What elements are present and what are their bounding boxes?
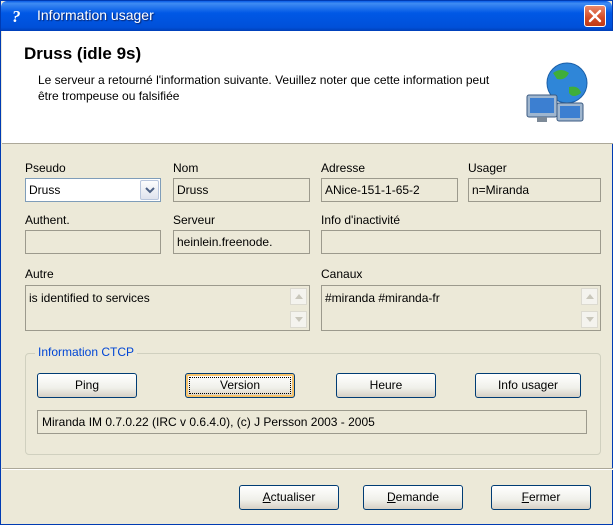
info-usager-button[interactable]: Info usager (475, 373, 581, 398)
canaux-value: #miranda #miranda-fr (325, 291, 440, 305)
actualiser-accel: A (262, 490, 271, 504)
pseudo-value: Druss (29, 183, 61, 197)
usager-field[interactable]: n=Miranda (468, 178, 601, 202)
chevron-up-icon (295, 294, 303, 299)
chevron-down-icon (295, 317, 303, 322)
fermer-accel: F (521, 490, 529, 504)
canaux-textarea[interactable]: #miranda #miranda-fr (321, 285, 601, 331)
scroll-up-button[interactable] (290, 288, 307, 305)
demande-button[interactable]: Demande (363, 485, 463, 510)
authent-field[interactable] (25, 230, 161, 254)
chevron-down-icon (586, 317, 594, 322)
chevron-up-icon (586, 294, 594, 299)
ping-button[interactable]: Ping (37, 373, 137, 398)
user-nick-title: Druss (idle 9s) (24, 44, 142, 63)
pseudo-label: Pseudo (25, 161, 66, 175)
close-button[interactable] (584, 5, 606, 27)
serveur-label: Serveur (173, 213, 216, 227)
serveur-field[interactable]: heinlein.freenode. (173, 230, 310, 254)
title-bar[interactable]: ? Information usager (1, 1, 612, 31)
demande-label: emande (395, 490, 440, 504)
fermer-button[interactable]: Fermer (491, 485, 591, 510)
header-description: Le serveur a retourné l'information suiv… (38, 73, 490, 103)
close-icon (588, 9, 602, 23)
autre-textarea[interactable]: is identified to services (25, 285, 310, 331)
inactivite-label: Info d'inactivité (321, 213, 401, 227)
adresse-field[interactable]: ANice-151-1-65-2 (321, 178, 458, 202)
ctcp-result-field[interactable]: Miranda IM 0.7.0.22 (IRC v 0.6.4.0), (c)… (37, 410, 587, 434)
actualiser-button[interactable]: Actualiser (239, 485, 339, 510)
network-globe-icon (526, 62, 588, 122)
pseudo-dropdown-button[interactable] (140, 180, 159, 200)
demande-accel: D (386, 490, 396, 504)
canaux-scrollbar[interactable] (581, 288, 598, 328)
autre-value: is identified to services (29, 291, 150, 305)
ctcp-legend: Information CTCP (35, 345, 138, 359)
authent-label: Authent. (25, 213, 70, 227)
canaux-label: Canaux (321, 267, 363, 281)
ctcp-groupbox (25, 353, 601, 455)
focus-rectangle (189, 377, 291, 394)
inactivite-field[interactable] (321, 230, 601, 254)
help-question-icon: ? (12, 7, 21, 25)
autre-label: Autre (25, 267, 54, 281)
user-info-window: ? Information usager Druss (idle 9s) Le … (0, 0, 613, 525)
svg-text:?: ? (12, 7, 21, 25)
chevron-down-icon (145, 187, 155, 194)
autre-scrollbar[interactable] (290, 288, 307, 328)
scroll-up-button[interactable] (581, 288, 598, 305)
header-panel: Druss (idle 9s) Le serveur a retourné l'… (2, 31, 613, 144)
nom-field[interactable]: Druss (173, 178, 310, 202)
actualiser-label: ctualiser (270, 490, 316, 504)
version-button[interactable]: Version (185, 373, 295, 398)
fermer-label: ermer (529, 490, 561, 504)
usager-label: Usager (468, 161, 507, 175)
footer-separator (2, 468, 613, 470)
heure-button[interactable]: Heure (336, 373, 436, 398)
scroll-down-button[interactable] (290, 311, 307, 328)
nom-label: Nom (173, 161, 199, 175)
scroll-down-button[interactable] (581, 311, 598, 328)
adresse-label: Adresse (321, 161, 366, 175)
window-title: Information usager (37, 7, 154, 23)
pseudo-combo[interactable]: Druss (25, 178, 161, 202)
